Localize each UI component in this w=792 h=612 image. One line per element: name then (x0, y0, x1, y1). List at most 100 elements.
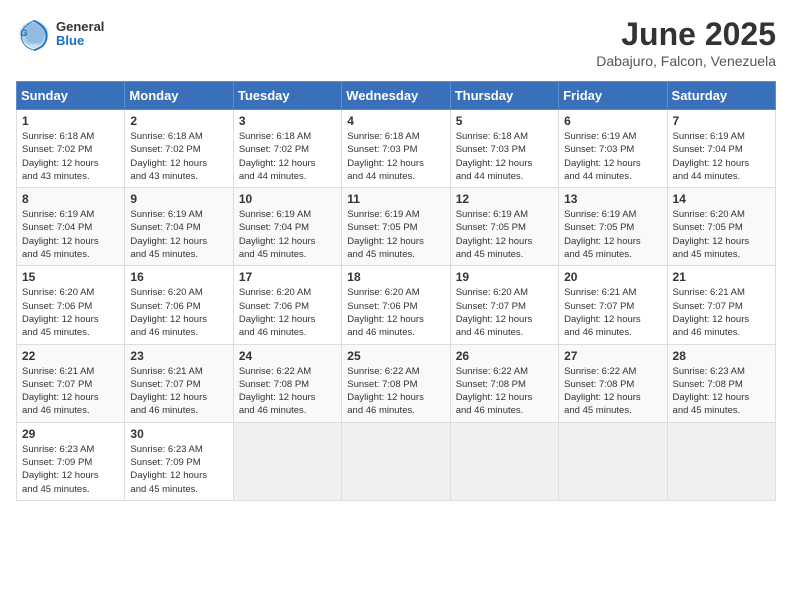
day-number: 2 (130, 114, 227, 128)
day-number: 6 (564, 114, 661, 128)
day-info: Sunrise: 6:21 AM Sunset: 7:07 PM Dayligh… (673, 286, 770, 339)
calendar-week-2: 8 Sunrise: 6:19 AM Sunset: 7:04 PM Daylig… (17, 188, 776, 266)
logo-general-text: General (56, 20, 104, 34)
day-number: 17 (239, 270, 336, 284)
day-info: Sunrise: 6:20 AM Sunset: 7:06 PM Dayligh… (239, 286, 336, 339)
day-number: 1 (22, 114, 119, 128)
calendar-cell: 3 Sunrise: 6:18 AM Sunset: 7:02 PM Daylig… (233, 110, 341, 188)
calendar-cell: 6 Sunrise: 6:19 AM Sunset: 7:03 PM Daylig… (559, 110, 667, 188)
day-info: Sunrise: 6:19 AM Sunset: 7:05 PM Dayligh… (456, 208, 553, 261)
day-info: Sunrise: 6:21 AM Sunset: 7:07 PM Dayligh… (130, 365, 227, 418)
day-info: Sunrise: 6:23 AM Sunset: 7:08 PM Dayligh… (673, 365, 770, 418)
title-block: June 2025 Dabajuro, Falcon, Venezuela (596, 16, 776, 69)
calendar-week-3: 15 Sunrise: 6:20 AM Sunset: 7:06 PM Dayli… (17, 266, 776, 344)
logo-blue-text: Blue (56, 34, 104, 48)
calendar-cell: 8 Sunrise: 6:19 AM Sunset: 7:04 PM Daylig… (17, 188, 125, 266)
calendar-cell (233, 422, 341, 500)
day-info: Sunrise: 6:19 AM Sunset: 7:04 PM Dayligh… (673, 130, 770, 183)
calendar-cell: 5 Sunrise: 6:18 AM Sunset: 7:03 PM Daylig… (450, 110, 558, 188)
calendar-week-1: 1 Sunrise: 6:18 AM Sunset: 7:02 PM Daylig… (17, 110, 776, 188)
calendar-cell: 2Sunrise: 6:18 AM Sunset: 7:02 PM Daylig… (125, 110, 233, 188)
day-info: Sunrise: 6:18 AM Sunset: 7:03 PM Dayligh… (347, 130, 444, 183)
day-number: 4 (347, 114, 444, 128)
day-number: 12 (456, 192, 553, 206)
calendar-week-5: 29 Sunrise: 6:23 AM Sunset: 7:09 PM Dayli… (17, 422, 776, 500)
calendar-header-tuesday: Tuesday (233, 82, 341, 110)
calendar-cell: 7Sunrise: 6:19 AM Sunset: 7:04 PM Daylig… (667, 110, 775, 188)
calendar-cell: 23Sunrise: 6:21 AM Sunset: 7:07 PM Dayli… (125, 344, 233, 422)
calendar-cell: 14 Sunrise: 6:20 AM Sunset: 7:05 PM Dayli… (667, 188, 775, 266)
day-info: Sunrise: 6:18 AM Sunset: 7:02 PM Dayligh… (239, 130, 336, 183)
day-info: Sunrise: 6:20 AM Sunset: 7:06 PM Dayligh… (130, 286, 227, 339)
day-number: 8 (22, 192, 119, 206)
day-info: Sunrise: 6:22 AM Sunset: 7:08 PM Dayligh… (239, 365, 336, 418)
calendar-header-friday: Friday (559, 82, 667, 110)
calendar-header-sunday: Sunday (17, 82, 125, 110)
day-info: Sunrise: 6:19 AM Sunset: 7:03 PM Dayligh… (564, 130, 661, 183)
day-info: Sunrise: 6:20 AM Sunset: 7:05 PM Dayligh… (673, 208, 770, 261)
calendar-cell: 25 Sunrise: 6:22 AM Sunset: 7:08 PM Dayli… (342, 344, 450, 422)
day-number: 15 (22, 270, 119, 284)
calendar-cell: 26 Sunrise: 6:22 AM Sunset: 7:08 PM Dayli… (450, 344, 558, 422)
calendar-table: SundayMondayTuesdayWednesdayThursdayFrid… (16, 81, 776, 501)
calendar-cell: 1Sunrise: 6:18 AM Sunset: 7:02 PM Daylig… (17, 110, 125, 188)
day-number: 10 (239, 192, 336, 206)
calendar-cell: 29 Sunrise: 6:23 AM Sunset: 7:09 PM Dayli… (17, 422, 125, 500)
day-number: 27 (564, 349, 661, 363)
day-info: Sunrise: 6:20 AM Sunset: 7:06 PM Dayligh… (22, 286, 119, 339)
day-number: 14 (673, 192, 770, 206)
calendar-header-wednesday: Wednesday (342, 82, 450, 110)
day-number: 13 (564, 192, 661, 206)
day-number: 9 (130, 192, 227, 206)
day-info: Sunrise: 6:19 AM Sunset: 7:05 PM Dayligh… (347, 208, 444, 261)
calendar-header-monday: Monday (125, 82, 233, 110)
day-number: 30 (130, 427, 227, 441)
day-info: Sunrise: 6:22 AM Sunset: 7:08 PM Dayligh… (347, 365, 444, 418)
calendar-cell: 22 Sunrise: 6:21 AM Sunset: 7:07 PM Dayli… (17, 344, 125, 422)
calendar-header-saturday: Saturday (667, 82, 775, 110)
day-number: 24 (239, 349, 336, 363)
day-number: 22 (22, 349, 119, 363)
logo-icon: G (16, 16, 52, 52)
day-number: 11 (347, 192, 444, 206)
calendar-cell: 15 Sunrise: 6:20 AM Sunset: 7:06 PM Dayli… (17, 266, 125, 344)
calendar-cell (342, 422, 450, 500)
day-number: 5 (456, 114, 553, 128)
calendar-header-thursday: Thursday (450, 82, 558, 110)
calendar-cell: 17 Sunrise: 6:20 AM Sunset: 7:06 PM Dayli… (233, 266, 341, 344)
day-info: Sunrise: 6:22 AM Sunset: 7:08 PM Dayligh… (456, 365, 553, 418)
calendar-cell: 12 Sunrise: 6:19 AM Sunset: 7:05 PM Dayli… (450, 188, 558, 266)
calendar-cell: 24 Sunrise: 6:22 AM Sunset: 7:08 PM Dayli… (233, 344, 341, 422)
calendar-cell: 30 Sunrise: 6:23 AM Sunset: 7:09 PM Dayli… (125, 422, 233, 500)
calendar-header-row: SundayMondayTuesdayWednesdayThursdayFrid… (17, 82, 776, 110)
day-info: Sunrise: 6:21 AM Sunset: 7:07 PM Dayligh… (22, 365, 119, 418)
day-number: 21 (673, 270, 770, 284)
day-info: Sunrise: 6:20 AM Sunset: 7:06 PM Dayligh… (347, 286, 444, 339)
day-number: 3 (239, 114, 336, 128)
day-info: Sunrise: 6:22 AM Sunset: 7:08 PM Dayligh… (564, 365, 661, 418)
calendar-cell: 28Sunrise: 6:23 AM Sunset: 7:08 PM Dayli… (667, 344, 775, 422)
calendar-cell: 4 Sunrise: 6:18 AM Sunset: 7:03 PM Daylig… (342, 110, 450, 188)
calendar-cell: 20Sunrise: 6:21 AM Sunset: 7:07 PM Dayli… (559, 266, 667, 344)
calendar-cell: 27 Sunrise: 6:22 AM Sunset: 7:08 PM Dayli… (559, 344, 667, 422)
calendar-cell: 9Sunrise: 6:19 AM Sunset: 7:04 PM Daylig… (125, 188, 233, 266)
day-number: 29 (22, 427, 119, 441)
day-number: 26 (456, 349, 553, 363)
day-info: Sunrise: 6:18 AM Sunset: 7:03 PM Dayligh… (456, 130, 553, 183)
calendar-cell: 18 Sunrise: 6:20 AM Sunset: 7:06 PM Dayli… (342, 266, 450, 344)
day-number: 18 (347, 270, 444, 284)
day-number: 16 (130, 270, 227, 284)
logo: G General Blue (16, 16, 104, 52)
day-info: Sunrise: 6:20 AM Sunset: 7:07 PM Dayligh… (456, 286, 553, 339)
day-number: 19 (456, 270, 553, 284)
calendar-cell (667, 422, 775, 500)
day-info: Sunrise: 6:19 AM Sunset: 7:04 PM Dayligh… (22, 208, 119, 261)
day-number: 25 (347, 349, 444, 363)
day-info: Sunrise: 6:23 AM Sunset: 7:09 PM Dayligh… (130, 443, 227, 496)
day-info: Sunrise: 6:19 AM Sunset: 7:04 PM Dayligh… (239, 208, 336, 261)
calendar-cell: 21 Sunrise: 6:21 AM Sunset: 7:07 PM Dayli… (667, 266, 775, 344)
logo-text: General Blue (56, 20, 104, 49)
day-info: Sunrise: 6:23 AM Sunset: 7:09 PM Dayligh… (22, 443, 119, 496)
calendar-cell: 16 Sunrise: 6:20 AM Sunset: 7:06 PM Dayli… (125, 266, 233, 344)
calendar-cell: 10 Sunrise: 6:19 AM Sunset: 7:04 PM Dayli… (233, 188, 341, 266)
